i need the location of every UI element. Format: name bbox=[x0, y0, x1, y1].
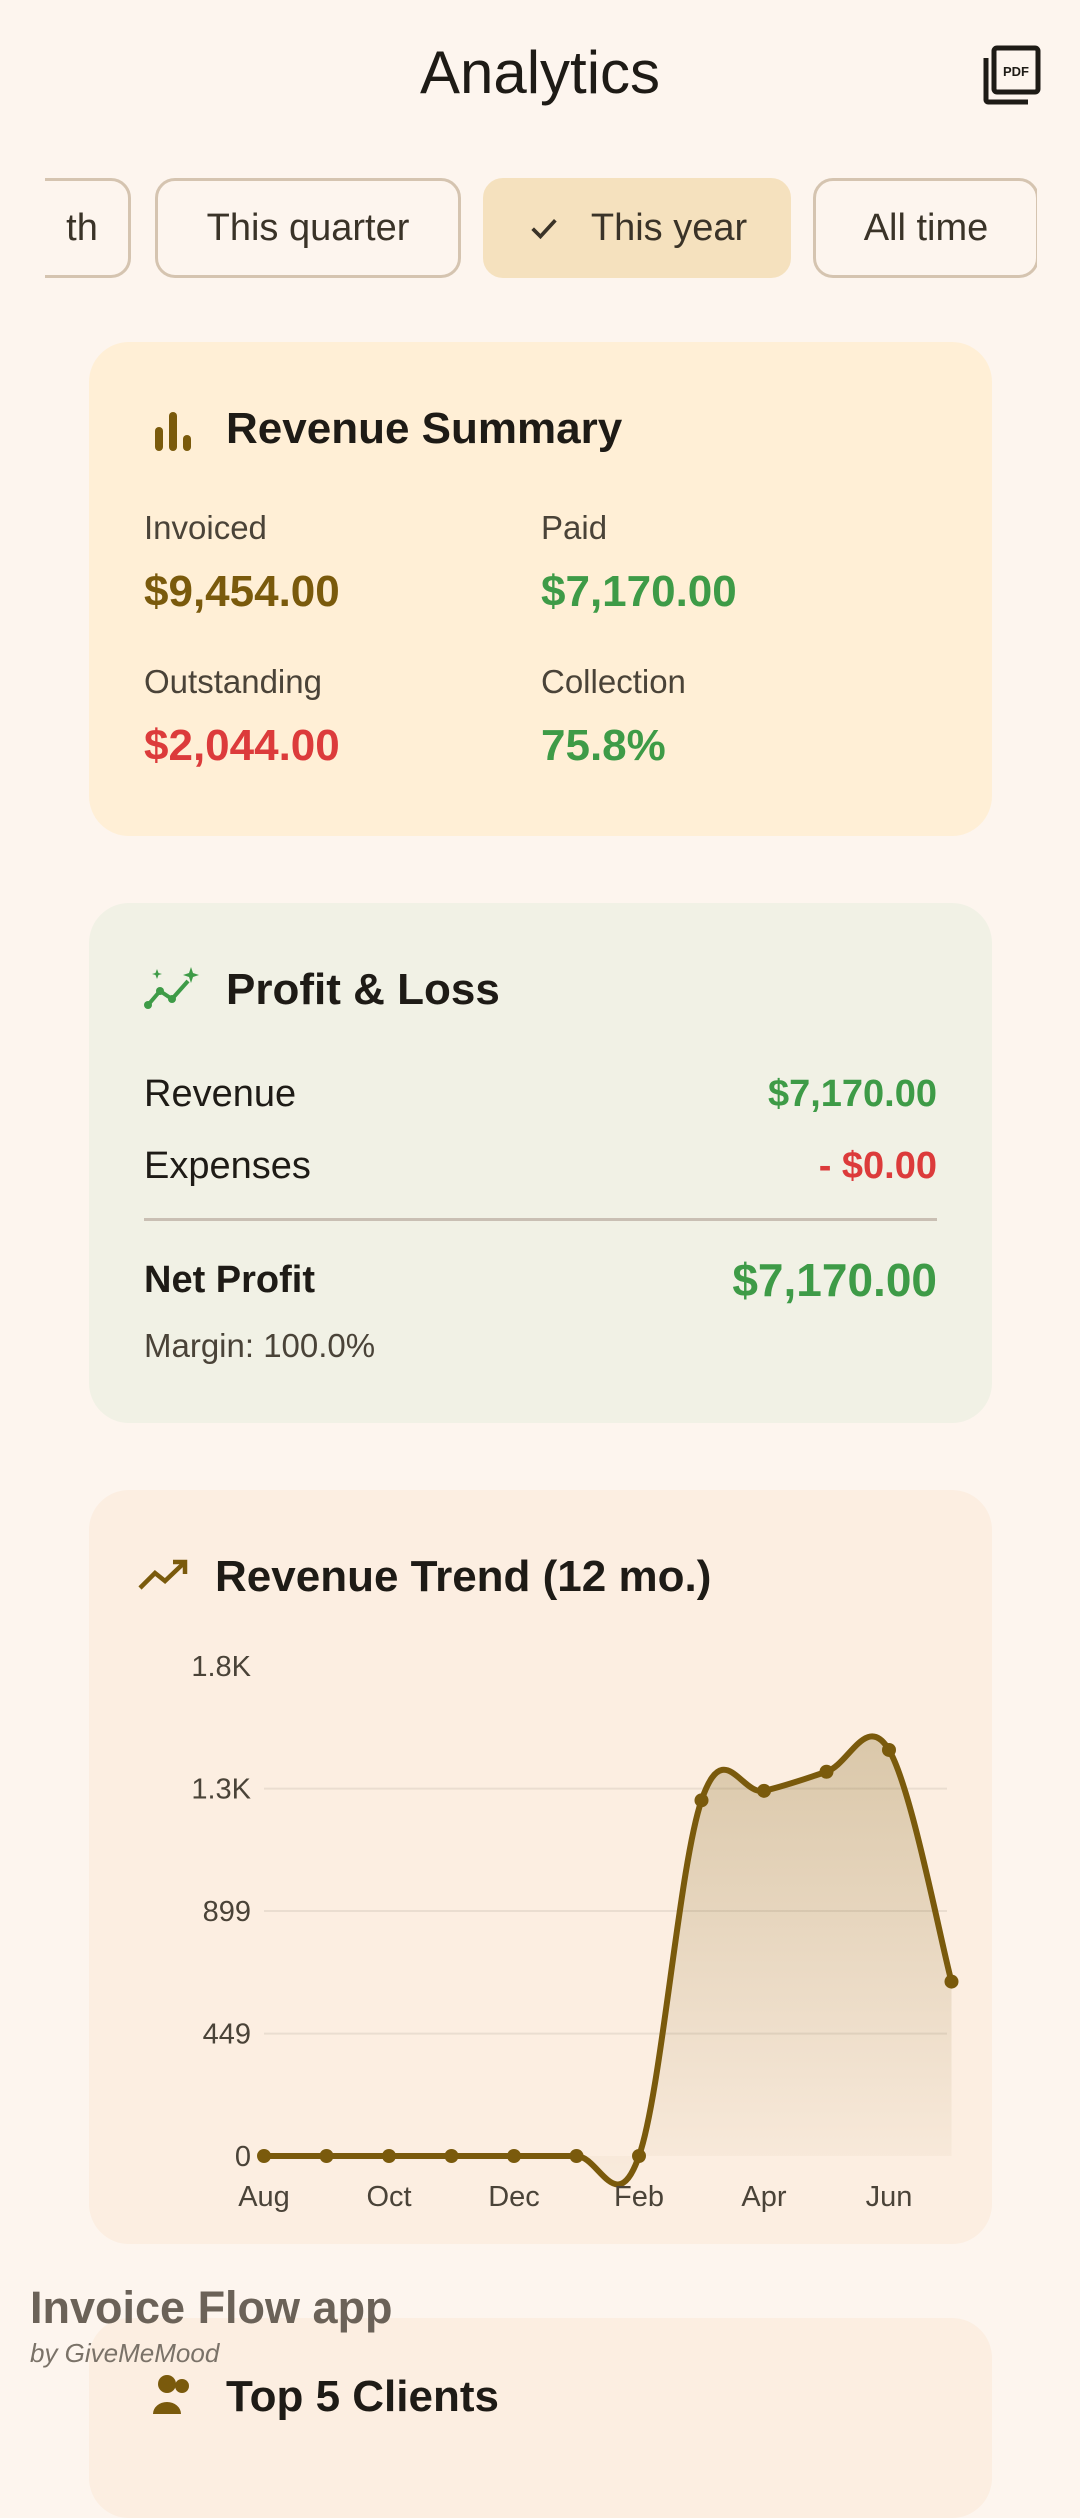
data-point-jul bbox=[944, 1974, 959, 1989]
data-point-dec bbox=[507, 2149, 521, 2163]
x-tick-label: Aug bbox=[238, 2181, 290, 2213]
data-point-feb bbox=[632, 2149, 646, 2163]
chip-all-time[interactable]: All time bbox=[813, 178, 1037, 278]
data-point-sep bbox=[319, 2149, 334, 2163]
data-point-jun bbox=[882, 1742, 896, 1757]
x-tick-label: Feb bbox=[614, 2181, 664, 2213]
outstanding-value: $2,044.00 bbox=[144, 721, 340, 770]
profit-loss-card: Profit & Loss Revenue $7,170.00 Expenses… bbox=[89, 903, 992, 1423]
collection-label: Collection bbox=[541, 663, 686, 700]
x-tick-label: Oct bbox=[366, 2181, 411, 2213]
period-filter-chips: th This quarter This year All time bbox=[45, 178, 1037, 284]
brand-name: Invoice Flow app bbox=[30, 2282, 393, 2333]
chip-label: This quarter bbox=[206, 206, 410, 249]
trending-sparkle-icon bbox=[144, 967, 199, 1009]
top-app-bar: Analytics PDF bbox=[0, 0, 1080, 160]
pl-expenses-label: Expenses bbox=[144, 1145, 311, 1187]
revenue-trend-card: Revenue Trend (12 mo.) 0 449 899 1.3K 1.8K A… bbox=[89, 1490, 992, 2244]
data-point-apr bbox=[757, 1783, 771, 1798]
check-icon bbox=[531, 218, 557, 240]
data-point-oct bbox=[382, 2149, 396, 2163]
data-point-aug bbox=[257, 2149, 271, 2163]
collection-value: 75.8% bbox=[541, 721, 666, 770]
brand-byline: by GiveMeMood bbox=[30, 2338, 220, 2368]
pl-revenue-label: Revenue bbox=[144, 1073, 297, 1115]
page-title: Analytics bbox=[419, 39, 661, 106]
chip-this-year[interactable]: This year bbox=[483, 178, 791, 278]
y-tick-label: 1.8K bbox=[191, 1651, 251, 1683]
y-tick-label: 0 bbox=[235, 2141, 251, 2173]
revenue-area bbox=[264, 1736, 952, 2185]
profit-loss-title: Profit & Loss bbox=[226, 965, 500, 1014]
revenue-summary-card: Revenue Summary Invoiced $9,454.00 Paid … bbox=[89, 342, 992, 836]
net-profit-value: $7,170.00 bbox=[732, 1254, 937, 1306]
chip-label: th bbox=[66, 206, 98, 249]
margin-text: Margin: 100.0% bbox=[144, 1327, 376, 1364]
invoiced-label: Invoiced bbox=[144, 509, 267, 546]
chip-this-month[interactable]: th bbox=[45, 178, 131, 278]
pl-expenses-value: - $0.00 bbox=[818, 1145, 937, 1187]
data-point-nov bbox=[444, 2149, 459, 2163]
x-tick-label: Jun bbox=[866, 2181, 913, 2213]
people-icon bbox=[153, 2375, 189, 2414]
data-point-mar bbox=[694, 1793, 709, 1808]
chip-label: All time bbox=[863, 206, 989, 249]
pdf-export-icon[interactable]: PDF bbox=[980, 44, 1044, 108]
pl-divider bbox=[144, 1218, 937, 1221]
outstanding-label: Outstanding bbox=[144, 663, 322, 700]
bar-chart-icon bbox=[155, 412, 191, 451]
revenue-summary-title: Revenue Summary bbox=[226, 404, 623, 453]
data-point-may bbox=[819, 1764, 834, 1779]
revenue-trend-chart: 0 449 899 1.3K 1.8K Aug Oct Dec Feb Apr Jun bbox=[191, 1651, 959, 2213]
y-tick-label: 899 bbox=[203, 1896, 251, 1928]
x-tick-label: Apr bbox=[741, 2181, 786, 2213]
chip-label: This year bbox=[590, 206, 748, 249]
net-profit-label: Net Profit bbox=[144, 1259, 315, 1301]
chip-this-quarter[interactable]: This quarter bbox=[155, 178, 461, 278]
svg-text:PDF: PDF bbox=[1003, 64, 1029, 79]
x-tick-label: Dec bbox=[488, 2181, 540, 2213]
app-branding: Invoice Flow app by GiveMeMood bbox=[30, 2282, 393, 2369]
y-tick-label: 1.3K bbox=[191, 1774, 251, 1806]
paid-value: $7,170.00 bbox=[541, 567, 737, 616]
pl-revenue-value: $7,170.00 bbox=[767, 1073, 937, 1115]
data-point-jan bbox=[569, 2149, 584, 2163]
paid-label: Paid bbox=[541, 509, 608, 546]
top-clients-title: Top 5 Clients bbox=[226, 2372, 499, 2421]
invoiced-value: $9,454.00 bbox=[144, 567, 340, 616]
y-tick-label: 449 bbox=[203, 2019, 251, 2051]
